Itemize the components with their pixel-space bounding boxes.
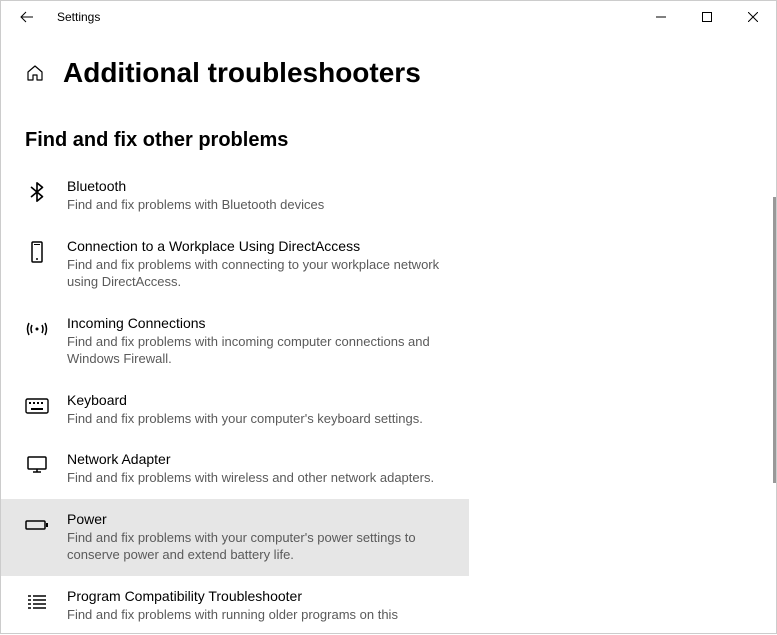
item-title: Keyboard: [67, 392, 445, 408]
minimize-icon: [656, 12, 666, 22]
minimize-button[interactable]: [638, 1, 684, 33]
back-arrow-icon: [19, 9, 35, 25]
window-title: Settings: [57, 10, 100, 24]
troubleshooter-directaccess[interactable]: Connection to a Workplace Using DirectAc…: [1, 226, 469, 303]
keyboard-icon: [25, 394, 49, 418]
item-desc: Find and fix problems with Bluetooth dev…: [67, 196, 445, 214]
item-title: Connection to a Workplace Using DirectAc…: [67, 238, 445, 254]
compat-icon: [25, 590, 49, 614]
item-title: Bluetooth: [67, 178, 445, 194]
item-body: Connection to a Workplace Using DirectAc…: [67, 238, 445, 291]
home-button[interactable]: [25, 63, 45, 83]
item-title: Incoming Connections: [67, 315, 445, 331]
page-title: Additional troubleshooters: [63, 57, 421, 89]
item-desc: Find and fix problems with wireless and …: [67, 469, 445, 487]
network-icon: [25, 453, 49, 477]
troubleshooter-compatibility[interactable]: Program Compatibility Troubleshooter Fin…: [1, 576, 469, 635]
titlebar: Settings: [1, 1, 776, 33]
item-desc: Find and fix problems with your computer…: [67, 529, 445, 564]
close-icon: [748, 12, 758, 22]
home-icon: [26, 64, 44, 82]
workplace-icon: [25, 240, 49, 264]
item-body: Network Adapter Find and fix problems wi…: [67, 451, 445, 487]
power-icon: [25, 513, 49, 537]
item-title: Power: [67, 511, 445, 527]
back-button[interactable]: [13, 3, 41, 31]
item-desc: Find and fix problems with incoming comp…: [67, 333, 445, 368]
troubleshooter-incoming[interactable]: Incoming Connections Find and fix proble…: [1, 303, 469, 380]
window-controls: [638, 1, 776, 33]
troubleshooter-keyboard[interactable]: Keyboard Find and fix problems with your…: [1, 380, 469, 440]
item-body: Power Find and fix problems with your co…: [67, 511, 445, 564]
maximize-icon: [702, 12, 712, 22]
troubleshooter-list: Bluetooth Find and fix problems with Blu…: [1, 166, 776, 635]
item-body: Incoming Connections Find and fix proble…: [67, 315, 445, 368]
troubleshooter-network-adapter[interactable]: Network Adapter Find and fix problems wi…: [1, 439, 469, 499]
item-desc: Find and fix problems with your computer…: [67, 410, 445, 428]
item-desc: Find and fix problems with running older…: [67, 606, 445, 624]
item-desc: Find and fix problems with connecting to…: [67, 256, 445, 291]
close-button[interactable]: [730, 1, 776, 33]
item-body: Program Compatibility Troubleshooter Fin…: [67, 588, 445, 624]
page-header: Additional troubleshooters: [1, 33, 776, 101]
bluetooth-icon: [25, 180, 49, 204]
incoming-icon: [25, 317, 49, 341]
item-title: Network Adapter: [67, 451, 445, 467]
section-title: Find and fix other problems: [1, 101, 776, 166]
scrollbar[interactable]: [773, 197, 776, 483]
item-body: Keyboard Find and fix problems with your…: [67, 392, 445, 428]
troubleshooter-bluetooth[interactable]: Bluetooth Find and fix problems with Blu…: [1, 166, 469, 226]
maximize-button[interactable]: [684, 1, 730, 33]
troubleshooter-power[interactable]: Power Find and fix problems with your co…: [1, 499, 469, 576]
item-title: Program Compatibility Troubleshooter: [67, 588, 445, 604]
item-body: Bluetooth Find and fix problems with Blu…: [67, 178, 445, 214]
